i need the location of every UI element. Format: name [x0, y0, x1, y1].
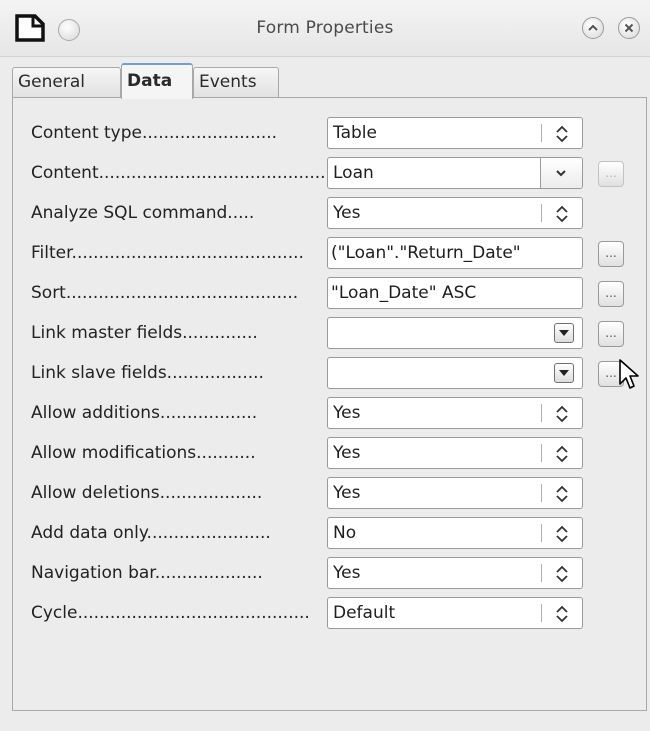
- tab-events[interactable]: Events: [193, 67, 279, 97]
- content-type-label: Content type.........................: [31, 123, 278, 143]
- spin-arrows-icon[interactable]: [555, 124, 569, 144]
- content-label: Content.................................…: [31, 163, 327, 183]
- analyze-sql-value: Yes: [333, 203, 361, 223]
- spin-arrows-icon[interactable]: [555, 524, 569, 544]
- close-button[interactable]: [618, 17, 640, 39]
- add-data-only-label: Add data only.......................: [31, 523, 271, 543]
- spin-arrows-icon[interactable]: [555, 564, 569, 584]
- content-type-select[interactable]: Table: [327, 117, 583, 149]
- dropdown-arrow-icon: [559, 370, 569, 376]
- content-value: Loan: [333, 163, 374, 183]
- sort-input[interactable]: "Loan_Date" ASC: [327, 277, 583, 309]
- allow-additions-select[interactable]: Yes: [327, 397, 583, 429]
- link-slave-combobox[interactable]: [327, 357, 583, 389]
- row-content-type: Content type......................... Ta…: [13, 113, 648, 153]
- window-title: Form Properties: [256, 18, 394, 38]
- row-cycle: Cycle...................................…: [13, 593, 648, 633]
- title-bar: Form Properties: [0, 0, 650, 57]
- analyze-sql-select[interactable]: Yes: [327, 197, 583, 229]
- filter-input[interactable]: ("Loan"."Return_Date": [327, 237, 583, 269]
- content-browse-button[interactable]: ...: [598, 161, 624, 187]
- dropdown-arrow-icon: [559, 330, 569, 336]
- allow-additions-value: Yes: [333, 403, 361, 423]
- tab-general[interactable]: General: [12, 67, 121, 97]
- tab-data[interactable]: Data: [121, 63, 193, 99]
- content-dropdown-button[interactable]: [540, 158, 582, 188]
- spin-arrows-icon[interactable]: [555, 604, 569, 624]
- row-sort: Sort....................................…: [13, 273, 648, 313]
- row-filter: Filter..................................…: [13, 233, 648, 273]
- spin-arrows-icon[interactable]: [555, 484, 569, 504]
- row-allow-deletions: Allow deletions................... Yes: [13, 473, 648, 513]
- analyze-sql-label: Analyze SQL command.....: [31, 203, 255, 223]
- data-tab-panel: Content type......................... Ta…: [12, 97, 647, 711]
- row-link-master: Link master fields.............. ...: [13, 313, 648, 353]
- row-add-data-only: Add data only....................... No: [13, 513, 648, 553]
- link-slave-dropdown-button[interactable]: [554, 363, 574, 383]
- allow-deletions-select[interactable]: Yes: [327, 477, 583, 509]
- navigation-bar-select[interactable]: Yes: [327, 557, 583, 589]
- add-data-only-value: No: [333, 523, 357, 543]
- link-master-browse-button[interactable]: ...: [598, 321, 624, 347]
- cycle-select[interactable]: Default: [327, 597, 583, 629]
- spin-arrows-icon[interactable]: [555, 204, 569, 224]
- row-allow-modifications: Allow modifications........... Yes: [13, 433, 648, 473]
- row-analyze-sql: Analyze SQL command..... Yes: [13, 193, 648, 233]
- mouse-pointer-icon: [619, 359, 639, 389]
- cycle-value: Default: [333, 603, 396, 623]
- filter-browse-button[interactable]: ...: [598, 241, 624, 267]
- allow-modifications-value: Yes: [333, 443, 361, 463]
- close-icon: [624, 23, 634, 33]
- filter-label: Filter..................................…: [31, 243, 304, 263]
- shade-button[interactable]: [582, 17, 604, 39]
- allow-modifications-label: Allow modifications...........: [31, 443, 256, 463]
- navigation-bar-value: Yes: [333, 563, 361, 583]
- link-master-dropdown-button[interactable]: [554, 323, 574, 343]
- row-content: Content.................................…: [13, 153, 648, 193]
- content-combobox[interactable]: Loan: [327, 157, 583, 189]
- spin-arrows-icon[interactable]: [555, 444, 569, 464]
- content-type-value: Table: [333, 123, 377, 143]
- row-link-slave: Link slave fields.................. ...: [13, 353, 648, 393]
- spin-arrows-icon[interactable]: [555, 404, 569, 424]
- sort-browse-button[interactable]: ...: [598, 281, 624, 307]
- allow-deletions-label: Allow deletions...................: [31, 483, 263, 503]
- link-master-combobox[interactable]: [327, 317, 583, 349]
- sort-label: Sort....................................…: [31, 283, 299, 303]
- allow-additions-label: Allow additions..................: [31, 403, 258, 423]
- shade-up-icon: [588, 24, 598, 31]
- row-allow-additions: Allow additions.................. Yes: [13, 393, 648, 433]
- add-data-only-select[interactable]: No: [327, 517, 583, 549]
- chevron-down-icon: [556, 170, 566, 177]
- allow-deletions-value: Yes: [333, 483, 361, 503]
- link-slave-label: Link slave fields..................: [31, 363, 264, 383]
- link-master-label: Link master fields..............: [31, 323, 258, 343]
- allow-modifications-select[interactable]: Yes: [327, 437, 583, 469]
- row-navigation-bar: Navigation bar.................... Yes: [13, 553, 648, 593]
- cycle-label: Cycle...................................…: [31, 603, 310, 623]
- navigation-bar-label: Navigation bar....................: [31, 563, 263, 583]
